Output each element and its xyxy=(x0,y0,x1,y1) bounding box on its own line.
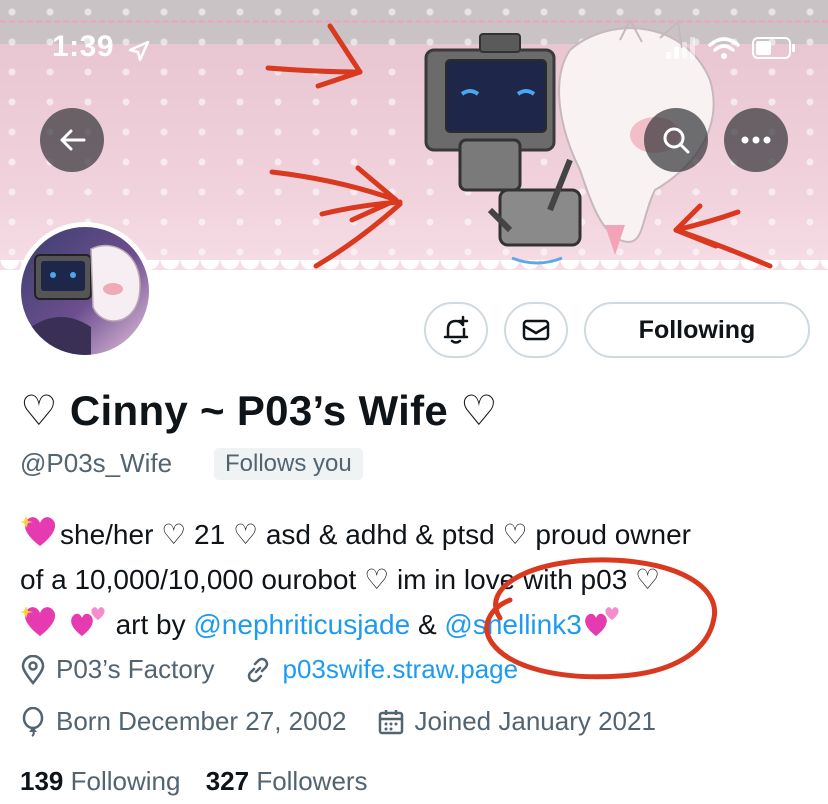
sparkling-heart-icon xyxy=(20,606,56,636)
back-arrow-icon xyxy=(60,129,86,151)
calendar-icon xyxy=(377,708,405,736)
more-icon xyxy=(741,136,771,144)
profile-location: P03’s Factory xyxy=(56,654,215,684)
message-button[interactable] xyxy=(504,302,568,358)
notification-bell-icon xyxy=(443,315,469,344)
two-hearts-icon xyxy=(70,607,105,636)
sparkling-heart-icon xyxy=(20,516,56,546)
location-icon xyxy=(20,654,46,685)
link-icon xyxy=(244,656,272,684)
back-button[interactable] xyxy=(40,108,104,172)
wifi-icon xyxy=(708,37,740,59)
followers-count: 327 xyxy=(205,766,250,796)
cellular-signal-icon xyxy=(666,37,695,59)
bio-art-by: art by xyxy=(115,609,186,640)
profile-joined-date: Joined January 2021 xyxy=(414,706,656,736)
profile-banner[interactable]: 1:39 xyxy=(0,0,828,270)
profile-name: ♡ Cinny ~ P03’s Wife ♡ xyxy=(20,387,498,434)
more-options-button[interactable] xyxy=(724,108,788,172)
dates-row: Born December 27, 2002 Joined January 20… xyxy=(20,706,656,737)
follows-you-badge: Follows you xyxy=(214,448,363,480)
balloon-icon xyxy=(20,706,46,737)
mention-link-nephriticusjade[interactable]: @nephriticusjade xyxy=(193,609,410,640)
battery-icon xyxy=(752,37,795,59)
bio-ampersand: & xyxy=(417,609,437,640)
following-count: 139 xyxy=(20,766,64,796)
following-stat[interactable]: 139 Following xyxy=(20,766,180,796)
profile-avatar[interactable] xyxy=(16,222,154,360)
location-arrow-icon xyxy=(128,40,150,62)
bio-text-1: she/her ♡ 21 ♡ asd & adhd & ptsd ♡ proud… xyxy=(60,519,691,550)
followers-stat[interactable]: 327 Followers xyxy=(206,766,368,796)
following-label: Following xyxy=(70,766,181,796)
following-button[interactable]: Following xyxy=(584,302,810,358)
profile-website-link[interactable]: p03swife.straw.page xyxy=(282,654,518,685)
notifications-button[interactable] xyxy=(424,302,488,358)
avatar-illustration xyxy=(31,244,141,355)
profile-handle: @P03s_Wife xyxy=(20,448,173,478)
location-website-row: P03’s Factory p03swife.straw.page xyxy=(20,654,518,685)
status-time: 1:39 xyxy=(52,30,115,63)
follow-stats: 139 Following 327 Followers xyxy=(20,766,368,797)
followers-label: Followers xyxy=(256,766,368,796)
profile-birthday: Born December 27, 2002 xyxy=(56,706,347,736)
message-icon xyxy=(522,319,550,341)
search-icon xyxy=(663,127,690,154)
search-button[interactable] xyxy=(644,108,708,172)
